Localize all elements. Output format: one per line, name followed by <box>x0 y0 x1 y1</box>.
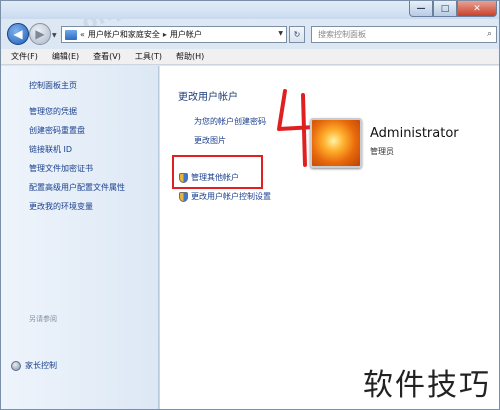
sidebar-link-profile-properties[interactable]: 配置高级用户配置文件属性 <box>29 182 125 193</box>
change-picture-link[interactable]: 更改图片 <box>194 135 226 146</box>
watermark-logo: 软件技巧 <box>353 353 499 409</box>
control-panel-window: ohp — □ ✕ ◀ ▶ ▼ « 用户帐户和家庭安全 ▸ 用户帐户 ▼ ↻ 搜… <box>0 0 500 410</box>
menu-file[interactable]: 文件(F) <box>11 51 38 62</box>
menu-tools[interactable]: 工具(T) <box>135 51 162 62</box>
sidebar-link-password-reset-disk[interactable]: 创建密码重置盘 <box>29 125 85 136</box>
navigation-bar: ◀ ▶ ▼ « 用户帐户和家庭安全 ▸ 用户帐户 ▼ ↻ 搜索控制面板 ⌕ <box>1 19 499 49</box>
back-button[interactable]: ◀ <box>7 23 29 45</box>
uac-settings-link[interactable]: 更改用户帐户控制设置 <box>191 191 271 202</box>
highlight-annotation-box <box>172 155 263 189</box>
sidebar-link-control-panel-home[interactable]: 控制面板主页 <box>29 80 77 91</box>
uac-settings-row[interactable]: 更改用户帐户控制设置 <box>179 191 271 202</box>
window-controls: — □ ✕ <box>409 1 497 17</box>
user-avatar[interactable] <box>310 118 362 168</box>
menu-edit[interactable]: 编辑(E) <box>52 51 79 62</box>
control-panel-folder-icon <box>65 29 77 40</box>
history-dropdown-icon[interactable]: ▼ <box>52 32 57 39</box>
account-name: Administrator <box>370 126 459 141</box>
breadcrumb-overflow[interactable]: « <box>80 30 85 39</box>
close-button[interactable]: ✕ <box>457 1 497 17</box>
minimize-button[interactable]: — <box>409 1 433 17</box>
account-role: 管理员 <box>370 147 394 156</box>
sidebar: 控制面板主页 管理您的凭据 创建密码重置盘 链接联机 ID 管理文件加密证书 配… <box>1 66 159 409</box>
sidebar-link-manage-credentials[interactable]: 管理您的凭据 <box>29 106 77 117</box>
search-placeholder: 搜索控制面板 <box>318 30 366 39</box>
address-dropdown-icon[interactable]: ▼ <box>278 30 283 37</box>
sidebar-link-environment-variables[interactable]: 更改我的环境变量 <box>29 201 93 212</box>
title-bar: — □ ✕ <box>1 1 499 19</box>
breadcrumb-separator-icon[interactable]: ▸ <box>163 30 167 39</box>
forward-button[interactable]: ▶ <box>29 23 51 45</box>
see-also-heading: 另请参阅 <box>29 315 57 323</box>
create-password-link[interactable]: 为您的帐户创建密码 <box>194 116 266 127</box>
sidebar-link-encryption-certificates[interactable]: 管理文件加密证书 <box>29 163 93 174</box>
refresh-button[interactable]: ↻ <box>289 26 305 43</box>
menu-bar: 文件(F) 编辑(E) 查看(V) 工具(T) 帮助(H) <box>1 49 499 65</box>
sidebar-link-online-id[interactable]: 链接联机 ID <box>29 144 72 155</box>
search-icon[interactable]: ⌕ <box>487 29 492 39</box>
page-title: 更改用户帐户 <box>178 92 238 103</box>
breadcrumb-user-accounts-family[interactable]: 用户帐户和家庭安全 <box>88 29 160 40</box>
account-card: Administrator 管理员 <box>310 118 459 168</box>
menu-help[interactable]: 帮助(H) <box>176 51 204 62</box>
maximize-button[interactable]: □ <box>433 1 457 17</box>
address-bar[interactable]: « 用户帐户和家庭安全 ▸ 用户帐户 ▼ <box>61 26 287 43</box>
parental-controls-icon <box>11 360 21 371</box>
uac-shield-icon <box>179 191 188 202</box>
breadcrumb-user-accounts[interactable]: 用户帐户 <box>170 29 202 40</box>
search-input[interactable]: 搜索控制面板 ⌕ <box>311 26 497 43</box>
parental-controls-label: 家长控制 <box>25 361 57 370</box>
sidebar-link-parental-controls[interactable]: 家长控制 <box>11 360 57 371</box>
menu-view[interactable]: 查看(V) <box>93 51 121 62</box>
